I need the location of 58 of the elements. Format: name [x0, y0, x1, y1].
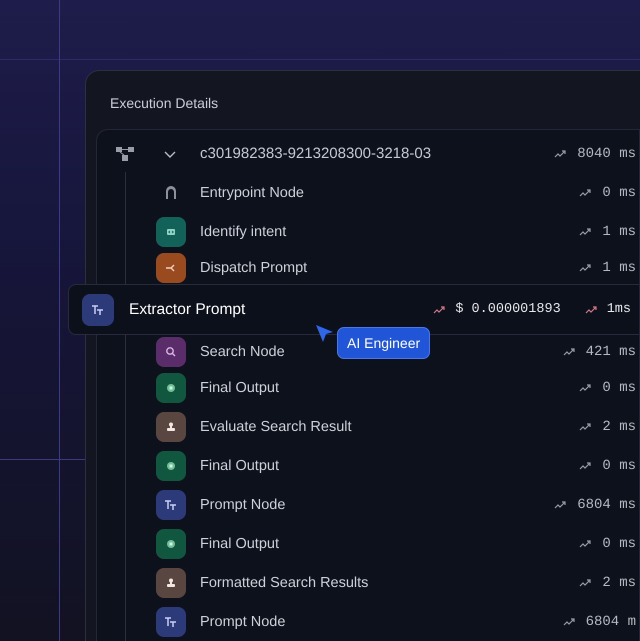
branch-icon: [156, 252, 186, 282]
step-name[interactable]: Prompt Node: [200, 614, 286, 630]
duration: 2 ms: [602, 574, 636, 590]
trend-icon: [579, 188, 594, 198]
step-name[interactable]: Final Output: [200, 458, 279, 474]
trend-icon: [584, 304, 599, 314]
step-name[interactable]: Evaluate Search Result: [200, 418, 352, 434]
step-name[interactable]: Final Output: [200, 380, 279, 396]
text-icon: [156, 606, 186, 636]
tree-icon: [116, 146, 134, 160]
duration: 6804 m: [586, 614, 636, 630]
step-card[interactable]: Extractor Prompt $ 0.000001893 1ms: [68, 284, 639, 335]
trend-icon: [579, 226, 594, 236]
cost: $ 0.000001893: [455, 302, 561, 317]
step-name[interactable]: Dispatch Prompt: [200, 260, 308, 276]
duration: 1 ms: [602, 224, 636, 240]
step-name[interactable]: Formatted Search Results: [200, 574, 368, 590]
duration: 1 ms: [602, 260, 636, 276]
step-name[interactable]: Search Node: [200, 344, 285, 360]
trend-icon: [554, 148, 568, 158]
trend-icon: [579, 578, 594, 588]
duration: 2 ms: [602, 418, 636, 434]
trend-icon: [554, 500, 568, 510]
output-icon: [156, 528, 186, 558]
code-icon: [156, 216, 186, 246]
trend-icon: [579, 538, 594, 548]
user-tooltip: AI Engineer: [337, 327, 430, 359]
search-icon: [156, 336, 186, 366]
pointer-icon: [315, 324, 335, 344]
trend-icon: [579, 382, 594, 392]
stamp-icon: [156, 568, 186, 598]
trend-icon: [562, 616, 577, 626]
step-name[interactable]: Final Output: [200, 536, 279, 552]
text-icon: [156, 490, 186, 520]
trace-id: c301982383-9213208300-3218-03: [200, 145, 432, 162]
duration: 421 ms: [586, 344, 636, 360]
trend-icon: [579, 262, 594, 272]
step-name[interactable]: Entrypoint Node: [200, 184, 304, 200]
duration: 0 ms: [602, 184, 636, 200]
step-name: Extractor Prompt: [129, 300, 246, 318]
trend-icon: [579, 460, 594, 470]
trend-icon: [579, 422, 594, 432]
step-name[interactable]: Identify intent: [200, 224, 286, 240]
duration: 6804 ms: [577, 496, 636, 512]
panel-title: Execution Details: [109, 94, 220, 113]
duration: 0 ms: [602, 536, 636, 552]
duration: 0 ms: [602, 380, 636, 396]
stamp-icon: [156, 412, 186, 442]
output-icon: [156, 372, 186, 402]
output-icon: [156, 450, 186, 480]
chevron-icon[interactable]: [163, 148, 177, 158]
duration: 1ms: [606, 302, 631, 317]
text-icon: [82, 294, 114, 326]
trend-icon: [433, 304, 448, 314]
duration: 8040 ms: [577, 146, 636, 162]
step-name[interactable]: Prompt Node: [200, 496, 286, 512]
duration: 0 ms: [602, 458, 636, 474]
trend-icon: [562, 346, 577, 356]
